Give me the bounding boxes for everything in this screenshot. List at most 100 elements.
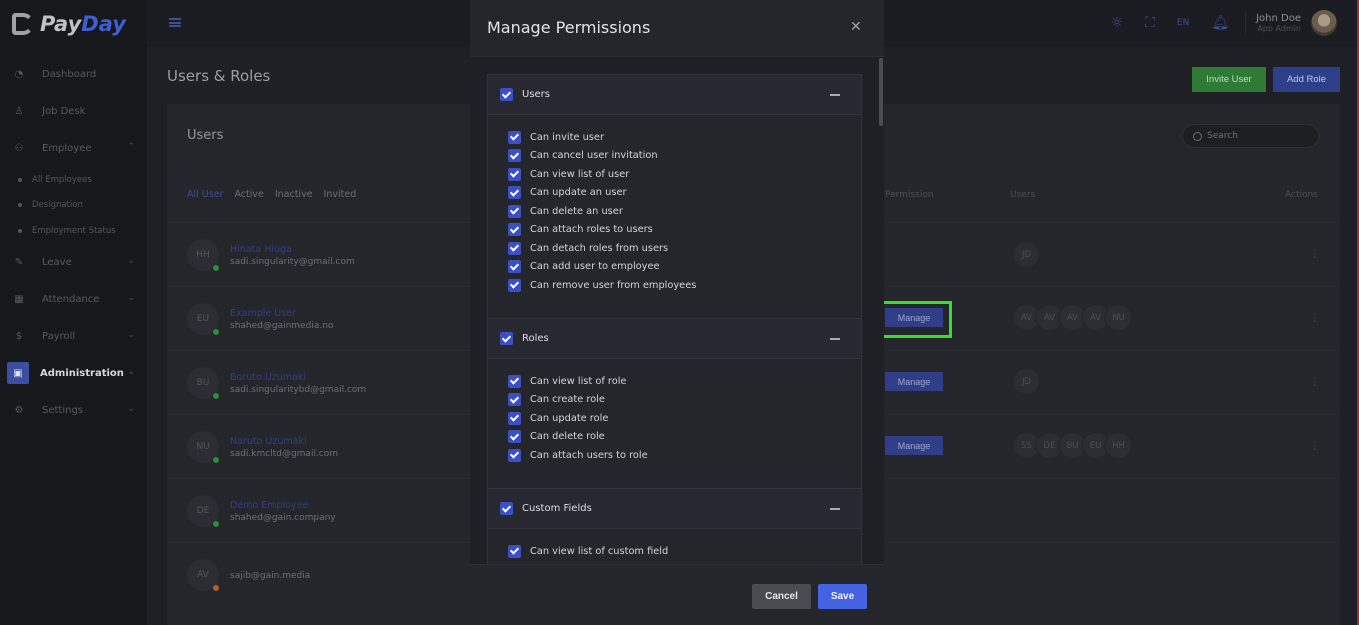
bell-icon[interactable]: 🔔︎ (1211, 15, 1229, 31)
permission-item[interactable]: Can view list of role (508, 372, 861, 391)
sidebar-subitem-employment-status[interactable]: Employment Status (0, 218, 147, 244)
permission-item[interactable]: Can remove user from employees (508, 276, 861, 295)
user-name-link[interactable]: Hinata Hiuga (230, 244, 292, 255)
section-checkbox[interactable] (500, 332, 513, 345)
sidebar-subitem-designation[interactable]: Designation (0, 193, 147, 219)
scrollbar-thumb[interactable] (879, 58, 883, 126)
modal-body[interactable]: Users Can invite user Can cancel user in… (470, 56, 884, 564)
gear-icon: ⚙ (14, 404, 24, 416)
permission-checkbox[interactable] (508, 374, 521, 388)
sidebar-subitem-all-employees[interactable]: All Employees (0, 167, 147, 193)
manage-button[interactable]: Manage (885, 436, 943, 455)
sidebar-item-label: Attendance (42, 293, 100, 305)
bullet-icon (18, 203, 22, 208)
permission-item[interactable]: Can add user to employee (508, 258, 861, 277)
more-options-icon[interactable]: ⋮ (1309, 247, 1320, 260)
permission-checkbox[interactable] (508, 241, 521, 255)
permission-checkbox[interactable] (508, 130, 521, 144)
filter-tabs: All User Active Inactive Invited (187, 189, 367, 200)
language-selector[interactable]: EN (1177, 18, 1189, 28)
close-icon[interactable]: ✕ (850, 19, 862, 35)
permission-checkbox[interactable] (508, 204, 521, 218)
more-options-icon[interactable]: ⋮ (1309, 375, 1320, 388)
menu-toggle-icon[interactable] (169, 18, 181, 27)
permission-checkbox[interactable] (508, 448, 521, 462)
section-header[interactable]: Roles (488, 319, 861, 359)
permission-checkbox[interactable] (508, 223, 521, 237)
permission-item[interactable]: Can create role (508, 391, 861, 410)
sidebar-item-administration[interactable]: ▣ Administration ⌄ (0, 355, 147, 392)
add-role-button[interactable]: Add Role (1273, 67, 1340, 92)
invite-user-button[interactable]: Invite User (1192, 67, 1266, 92)
manage-button[interactable]: Manage (885, 372, 943, 391)
sidebar-item-payroll[interactable]: $ Payroll ⌄ (0, 318, 147, 355)
user-name-link[interactable]: Naruto Uzumaki (230, 436, 307, 447)
chevron-down-icon: ⌄ (127, 255, 135, 266)
avatar[interactable] (1311, 10, 1337, 36)
dollar-icon: $ (15, 330, 23, 342)
user-email: shahed@gain.company (230, 513, 336, 523)
column-header-users: Users (1010, 190, 1036, 200)
permission-checkbox[interactable] (508, 167, 521, 181)
section-header[interactable]: Custom Fields (488, 489, 861, 529)
permission-label: Can add user to employee (530, 261, 660, 273)
sidebar-item-leave[interactable]: ✎ Leave ⌄ (0, 244, 147, 281)
more-options-icon[interactable]: ⋮ (1309, 311, 1320, 324)
collapse-icon[interactable] (830, 338, 840, 340)
tab-all-user[interactable]: All User (187, 189, 223, 200)
permission-checkbox[interactable] (508, 411, 521, 425)
section-checkbox[interactable] (500, 88, 513, 101)
sidebar-item-settings[interactable]: ⚙ Settings ⌄ (0, 392, 147, 429)
collapse-icon[interactable] (830, 94, 840, 96)
permission-item[interactable]: Can cancel user invitation (508, 147, 861, 166)
permission-item[interactable]: Can view list of custom field (508, 542, 861, 561)
permission-checkbox[interactable] (508, 278, 521, 292)
user-name-link[interactable]: Example User (230, 308, 296, 319)
permission-item[interactable]: Can detach roles from users (508, 239, 861, 258)
sidebar-item-job-desk[interactable]: ♙ Job Desk (0, 93, 147, 130)
permission-item[interactable]: Can attach roles to users (508, 221, 861, 240)
permission-item[interactable]: Can delete an user (508, 202, 861, 221)
permission-label: Can create role (530, 394, 605, 406)
permission-checkbox[interactable] (508, 149, 521, 163)
tab-inactive[interactable]: Inactive (275, 189, 313, 200)
permission-item[interactable]: Can view list of user (508, 165, 861, 184)
tab-invited[interactable]: Invited (324, 189, 357, 200)
chevron-down-icon: ⌄ (127, 366, 135, 377)
fullscreen-icon[interactable]: ⛶ (1145, 15, 1155, 31)
permission-checkbox[interactable] (508, 393, 521, 407)
user-name-link[interactable]: Boruto Uzumaki (230, 372, 306, 383)
permission-checkbox[interactable] (508, 430, 521, 444)
sidebar-item-dashboard[interactable]: ◔ Dashboard (0, 56, 147, 93)
logo-mark-icon (12, 13, 34, 35)
save-button[interactable]: Save (818, 584, 867, 609)
permission-label: Can remove user from employees (530, 279, 697, 291)
status-online-indicator (213, 393, 219, 399)
permission-item[interactable]: Can update an user (508, 184, 861, 203)
permission-checkbox[interactable] (508, 260, 521, 274)
section-header[interactable]: Users (488, 75, 861, 115)
permission-item[interactable]: Can invite user (508, 128, 861, 147)
app-logo[interactable]: PayDay (12, 10, 126, 38)
permission-checkbox[interactable] (508, 544, 521, 558)
sidebar-item-employee[interactable]: ⚇ Employee ⌃ (0, 130, 147, 167)
sun-icon[interactable]: ☼ (1111, 15, 1124, 31)
permission-label: Can view list of user (530, 168, 630, 180)
permission-checkbox[interactable] (508, 186, 521, 200)
collapse-icon[interactable] (830, 508, 840, 510)
permission-item[interactable]: Can delete role (508, 428, 861, 447)
cancel-button[interactable]: Cancel (752, 584, 811, 609)
more-options-icon[interactable]: ⋮ (1309, 439, 1320, 452)
bullet-icon (18, 177, 22, 182)
tab-active[interactable]: Active (234, 189, 263, 200)
permission-item[interactable]: Can update role (508, 409, 861, 428)
user-menu[interactable]: John Doe App Admin (1245, 13, 1301, 33)
status-online-indicator (213, 521, 219, 527)
section-label: Custom Fields (522, 503, 592, 514)
sidebar-item-attendance[interactable]: ▦ Attendance ⌄ (0, 281, 147, 318)
manage-permissions-modal: Manage Permissions ✕ Users Can invite us… (470, 0, 884, 625)
search-input[interactable]: Search (1182, 124, 1319, 148)
section-checkbox[interactable] (500, 502, 513, 515)
permission-item[interactable]: Can attach users to role (508, 446, 861, 465)
user-name-link[interactable]: Demo Employee (230, 500, 308, 511)
